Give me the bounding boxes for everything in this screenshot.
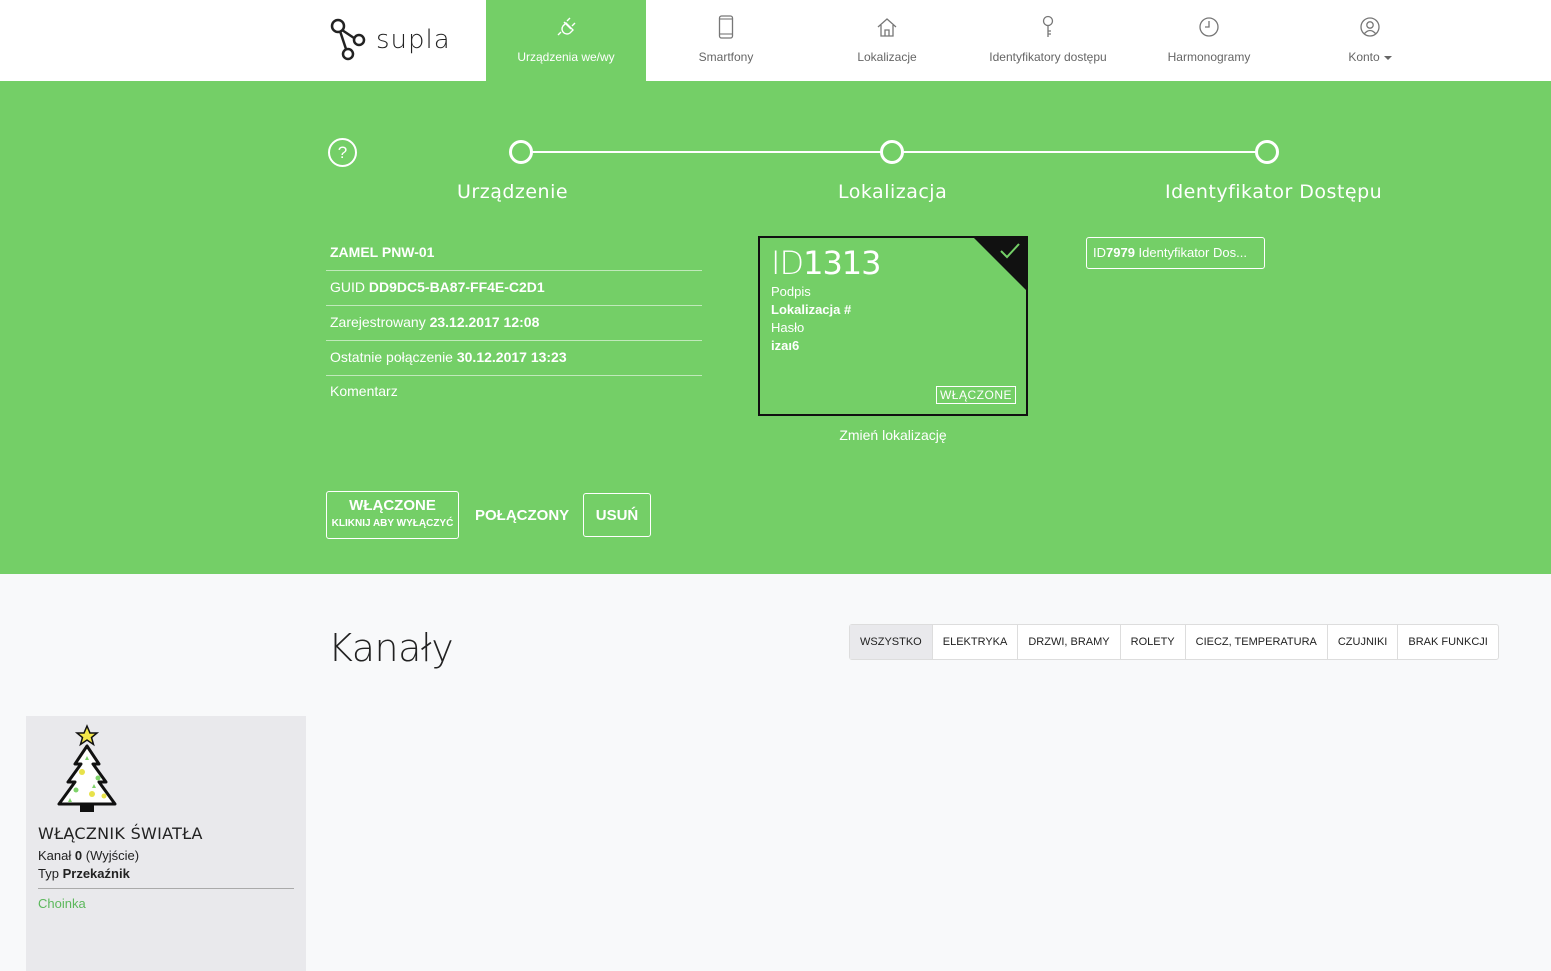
nav-label: Urządzenia we/wy [517, 50, 615, 64]
filter-doors-gates[interactable]: DRZWI, BRAMY [1018, 625, 1121, 659]
help-icon[interactable]: ? [328, 138, 357, 167]
device-name-row: ZAMEL PNW-01 [326, 236, 702, 271]
nav-label: Harmonogramy [1167, 50, 1251, 64]
chevron-down-icon [1383, 55, 1392, 60]
channel-type-line: Typ Przekaźnik [38, 866, 130, 881]
top-navbar: supla Urządzenia we/wy Smartfony Lokaliz… [0, 0, 1551, 81]
smartphone-icon [713, 14, 739, 40]
nav-account[interactable]: Konto [1290, 0, 1450, 81]
step-label-access-id: Identyfikator Dostępu [1165, 181, 1383, 203]
filter-no-function[interactable]: BRAK FUNKCJI [1398, 625, 1497, 659]
guid-value: DD9DC5-BA87-FF4E-C2D1 [368, 279, 545, 295]
nav-schedules[interactable]: Harmonogramy [1129, 0, 1289, 81]
device-registered-row: Zarejestrowany 23.12.2017 12:08 [326, 306, 702, 341]
plug-icon [553, 14, 579, 40]
location-status-badge: WŁĄCZONE [935, 386, 1016, 404]
location-password-label: Hasło [771, 320, 805, 335]
enabled-label: WŁĄCZONE [349, 497, 436, 514]
user-icon [1357, 14, 1383, 40]
device-panel: ? Urządzenie Lokalizacja Identyfikator D… [0, 81, 1551, 574]
location-card[interactable]: ID1313 Podpis Lokalizacja # Hasło izaı6 … [758, 236, 1028, 416]
filter-all[interactable]: WSZYSTKO [850, 625, 933, 659]
delete-button[interactable]: USUŃ [583, 493, 651, 537]
change-location-link[interactable]: Zmień lokalizację [758, 427, 1028, 443]
channel-caption: Choinka [38, 896, 86, 911]
filter-liquid-temperature[interactable]: CIECZ, TEMPERATURA [1186, 625, 1328, 659]
step-label-device: Urządzenie [457, 181, 569, 203]
channels-title: Kanały [328, 626, 454, 670]
nav-devices[interactable]: Urządzenia we/wy [486, 0, 646, 81]
supla-logo[interactable]: supla [330, 18, 451, 62]
registered-value: 23.12.2017 12:08 [429, 314, 540, 330]
channel-filters: WSZYSTKO ELEKTRYKA DRZWI, BRAMY ROLETY C… [849, 624, 1499, 660]
step-circle-access-id [1255, 140, 1279, 164]
channel-function: WŁĄCZNIK ŚWIATŁA [38, 824, 203, 843]
last-connection-value: 30.12.2017 13:23 [456, 349, 567, 365]
supla-logo-icon [330, 18, 366, 61]
location-caption: Lokalizacja # [771, 302, 852, 317]
location-id: ID1313 [771, 244, 882, 282]
guid-label: GUID [330, 279, 365, 295]
device-comment-row[interactable]: Komentarz [326, 375, 702, 410]
filter-electric[interactable]: ELEKTRYKA [933, 625, 1019, 659]
enabled-hint: KLIKNIJ ABY WYŁĄCZYĆ [331, 518, 454, 529]
checkmark-icon [1000, 243, 1020, 259]
access-id-chip[interactable]: ID7979 Identyfikator Dos... [1086, 237, 1265, 269]
brand-name: supla [376, 25, 451, 55]
nav-label: Konto [1348, 50, 1392, 64]
home-icon [874, 14, 900, 40]
nav-label: Smartfony [698, 50, 754, 64]
nav-label: Lokalizacje [857, 50, 917, 64]
channel-divider [38, 888, 294, 889]
location-password: izaı6 [771, 338, 800, 353]
nav-label: Identyfikatory dostępu [989, 50, 1107, 64]
channel-card[interactable]: WŁĄCZNIK ŚWIATŁA Kanał 0 (Wyjście) Typ P… [26, 716, 306, 971]
christmas-tree-icon [57, 724, 117, 812]
filter-roller-shutters[interactable]: ROLETY [1121, 625, 1186, 659]
toggle-enabled-button[interactable]: WŁĄCZONE KLIKNIJ ABY WYŁĄCZYĆ [326, 491, 459, 539]
device-guid-row: GUID DD9DC5-BA87-FF4E-C2D1 [326, 271, 702, 306]
step-circle-device [509, 140, 533, 164]
clock-icon [1196, 14, 1222, 40]
comment-label[interactable]: Komentarz [330, 383, 398, 399]
nav-access-ids[interactable]: Identyfikatory dostępu [968, 0, 1128, 81]
nav-smartphones[interactable]: Smartfony [646, 0, 806, 81]
nav-locations[interactable]: Lokalizacje [807, 0, 967, 81]
device-name: ZAMEL PNW-01 [330, 244, 435, 260]
registered-label: Zarejestrowany [330, 314, 426, 330]
step-label-location: Lokalizacja [838, 181, 948, 203]
location-caption-label: Podpis [771, 284, 811, 299]
step-circle-location [880, 140, 904, 164]
connection-status: POŁĄCZONY [475, 507, 570, 524]
channel-number-line: Kanał 0 (Wyjście) [38, 848, 140, 863]
device-last-connection-row: Ostatnie połączenie 30.12.2017 13:23 [326, 341, 702, 376]
last-connection-label: Ostatnie połączenie [330, 349, 453, 365]
filter-sensors[interactable]: CZUJNIKI [1328, 625, 1399, 659]
key-icon [1035, 14, 1061, 40]
